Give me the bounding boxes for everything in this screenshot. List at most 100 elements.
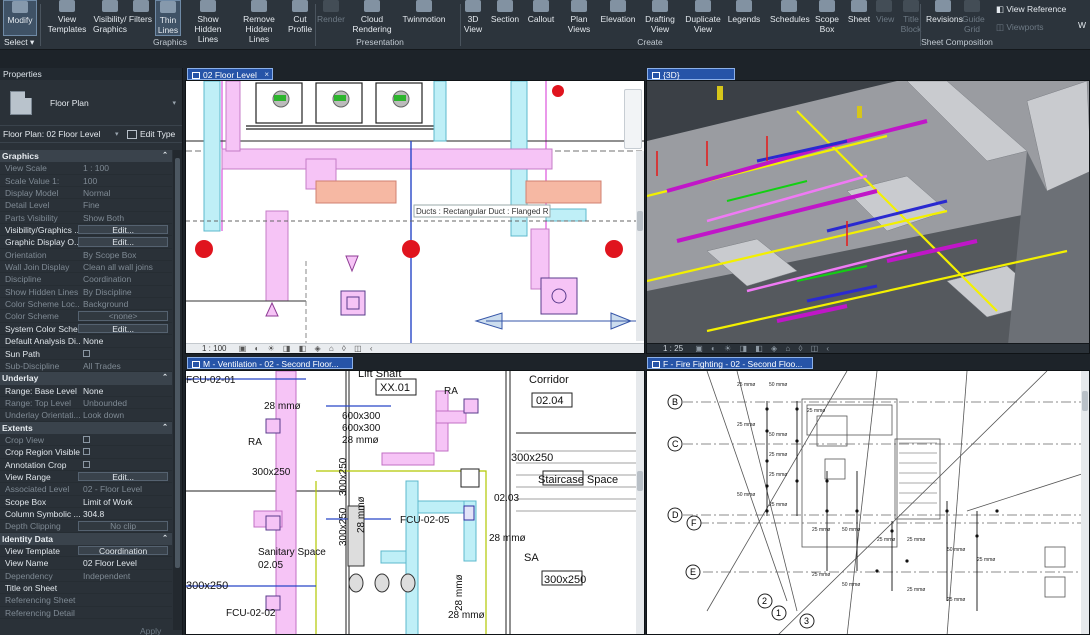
property-key: Title on Sheet <box>5 583 58 594</box>
property-edit-button[interactable]: <none> <box>78 311 168 321</box>
property-key: Associated Level <box>5 484 70 495</box>
guide-grid-button[interactable]: Guide Grid <box>962 0 985 36</box>
tab-3d[interactable]: {3D} <box>647 68 735 80</box>
checkbox[interactable] <box>83 349 90 357</box>
twinmotion-button[interactable]: Twinmotion <box>398 0 450 36</box>
collapse-icon[interactable]: ⌃ <box>162 422 168 434</box>
view-control-icons[interactable]: ▣ ◐ ☀ ◨ ◧ ◈ ⌂ ◊ ◫ ‹ <box>695 344 832 353</box>
schedules-icon <box>781 0 797 12</box>
elevation-button[interactable]: Elevation <box>600 0 636 36</box>
property-checkbox[interactable] <box>80 434 172 445</box>
view-scale[interactable]: 1 : 25 <box>663 344 683 353</box>
property-key: Visibility/Graphics ... <box>5 225 79 236</box>
revisions-button[interactable]: Revisions <box>926 0 963 36</box>
collapse-icon[interactable]: ⌃ <box>162 533 168 545</box>
scrollbar-thumb[interactable] <box>637 211 643 231</box>
scope-box-button[interactable]: Scope Box <box>814 0 840 36</box>
section-identity-data[interactable]: Identity Data ⌃ <box>0 532 172 545</box>
scrollbar-thumb[interactable] <box>1082 391 1088 411</box>
ribbon-overflow[interactable]: W <box>1078 20 1086 30</box>
thin-lines-button[interactable]: Thin Lines <box>155 0 181 36</box>
collapse-icon[interactable]: ⌃ <box>162 150 168 162</box>
vent-label: XX.01 <box>380 382 410 394</box>
plan-view-icon <box>652 361 660 368</box>
view-scrollbar[interactable] <box>636 371 644 634</box>
checkbox[interactable] <box>83 448 90 456</box>
3d-view-button[interactable]: 3D View <box>462 0 484 36</box>
visibility-graphics-button[interactable]: Visibility/Graphics <box>93 0 127 36</box>
vent-label: 28 mmø <box>454 574 465 611</box>
properties-scrollbar[interactable] <box>173 150 182 630</box>
apply-button[interactable]: Apply <box>140 626 161 635</box>
checkbox[interactable] <box>83 460 90 468</box>
property-edit-button[interactable]: Edit... <box>78 471 168 482</box>
collapse-icon[interactable]: ⌃ <box>162 372 168 384</box>
fire-fighting-canvas[interactable]: B C D F E 21 3 25 mmø 50 mmø 25 mmø 25 mmø 50 mmø 2… <box>647 371 1090 635</box>
property-row: View Name 02 Floor Level <box>0 557 172 570</box>
view-templates-icon <box>59 0 75 12</box>
plan-views-button[interactable]: Plan Views <box>565 0 593 36</box>
property-checkbox[interactable] <box>80 459 172 470</box>
schedules-button[interactable]: Schedules <box>770 0 810 36</box>
tab-02-floor-level[interactable]: 02 Floor Level × <box>187 68 273 80</box>
chevron-down-icon[interactable]: ▾ <box>115 130 125 138</box>
select-dropdown[interactable]: Select ▾ <box>4 37 34 48</box>
scrollbar-thumb[interactable] <box>637 471 643 491</box>
section-graphics[interactable]: Graphics ⌃ <box>0 150 172 163</box>
render-button[interactable]: Render <box>316 0 346 36</box>
property-value <box>80 594 172 605</box>
view-selector-dropdown[interactable]: Floor Plan: 02 Floor Level <box>3 129 115 139</box>
view-templates-button[interactable]: View Templates <box>44 0 90 36</box>
view-scale[interactable]: 1 : 100 <box>202 344 226 353</box>
sheet-button[interactable]: Sheet <box>846 0 872 36</box>
viewports-button[interactable]: ◫ Viewports <box>996 22 1044 33</box>
title-block-button[interactable]: Title Block <box>900 0 922 36</box>
3d-canvas[interactable] <box>647 81 1090 354</box>
button-label: Plan <box>570 14 588 24</box>
property-edit-button[interactable]: No clip <box>78 521 168 531</box>
legends-button[interactable]: Legends <box>727 0 761 36</box>
view-scrollbar[interactable] <box>1081 371 1089 634</box>
view-control-icons[interactable]: ▣ ◐ ☀ ◨ ◧ ◈ ⌂ ◊ ◫ ‹ <box>239 344 376 353</box>
section-extents[interactable]: Extents ⌃ <box>0 421 172 434</box>
cloud-rendering-button[interactable]: Cloud Rendering <box>352 0 392 36</box>
property-edit-button[interactable]: Edit... <box>78 323 168 334</box>
callout-button[interactable]: Callout <box>524 0 558 36</box>
filters-button[interactable]: Filters <box>128 0 153 36</box>
view-scrollbar[interactable] <box>636 151 644 341</box>
cut-profile-button[interactable]: Cut Profile <box>285 0 315 36</box>
view-ventilation[interactable]: FCU-02-01 Lift Shaft XX.01 Corridor 02.04 RA 2… <box>185 370 645 635</box>
modify-button[interactable]: Modify <box>3 0 37 36</box>
view-fire-fighting[interactable]: B C D F E 21 3 25 mmø 50 mmø 25 mmø 25 mmø 50 mmø 2… <box>646 370 1090 635</box>
property-edit-button[interactable]: Edit... <box>78 237 168 247</box>
duplicate-view-button[interactable]: Duplicate View <box>683 0 723 36</box>
view-button[interactable]: View <box>876 0 894 36</box>
section-title: Extents <box>2 422 33 433</box>
tab-ventilation[interactable]: M - Ventilation - 02 - Second Floor... <box>187 357 353 369</box>
view-floor-plan[interactable]: Ducts : Rectangular Duct : Flanged R 1 :… <box>185 80 645 354</box>
navigation-bar[interactable] <box>624 89 642 149</box>
property-edit-button[interactable]: Coordination <box>78 546 168 556</box>
section-button[interactable]: Section <box>490 0 520 36</box>
show-hidden-lines-button[interactable]: Show Hidden Lines <box>184 0 232 44</box>
view-reference-button[interactable]: ◧ View Reference <box>996 4 1066 15</box>
floor-plan-canvas[interactable]: Ducts : Rectangular Duct : Flanged R <box>186 81 645 354</box>
type-selector[interactable]: Floor Plan ▾ <box>0 80 182 126</box>
checkbox[interactable] <box>83 435 90 443</box>
section-underlay[interactable]: Underlay ⌃ <box>0 372 172 385</box>
close-icon[interactable]: × <box>264 69 269 81</box>
edit-type-button[interactable]: Edit Type <box>140 129 175 139</box>
property-edit-button[interactable]: Edit... <box>78 225 168 235</box>
property-checkbox[interactable] <box>80 446 172 457</box>
scrollbar-thumb[interactable] <box>175 158 180 568</box>
remove-hidden-lines-button[interactable]: Remove Hidden Lines <box>235 0 283 44</box>
drafting-view-button[interactable]: Drafting View <box>643 0 677 36</box>
ventilation-canvas[interactable]: FCU-02-01 Lift Shaft XX.01 Corridor 02.04 RA 2… <box>186 371 645 635</box>
view-3d[interactable]: 1 : 25 ▣ ◐ ☀ ◨ ◧ ◈ ⌂ ◊ ◫ ‹ <box>646 80 1090 354</box>
button-label: Views <box>567 24 591 34</box>
tab-fire-fighting[interactable]: F - Fire Fighting - 02 - Second Floo... <box>647 357 813 369</box>
ribbon-group-sheet-composition: Sheet Composition <box>921 37 993 47</box>
property-row: Depth Clipping No clip <box>0 520 172 533</box>
vent-label: 300x250 <box>252 467 291 478</box>
property-checkbox[interactable] <box>80 348 172 359</box>
